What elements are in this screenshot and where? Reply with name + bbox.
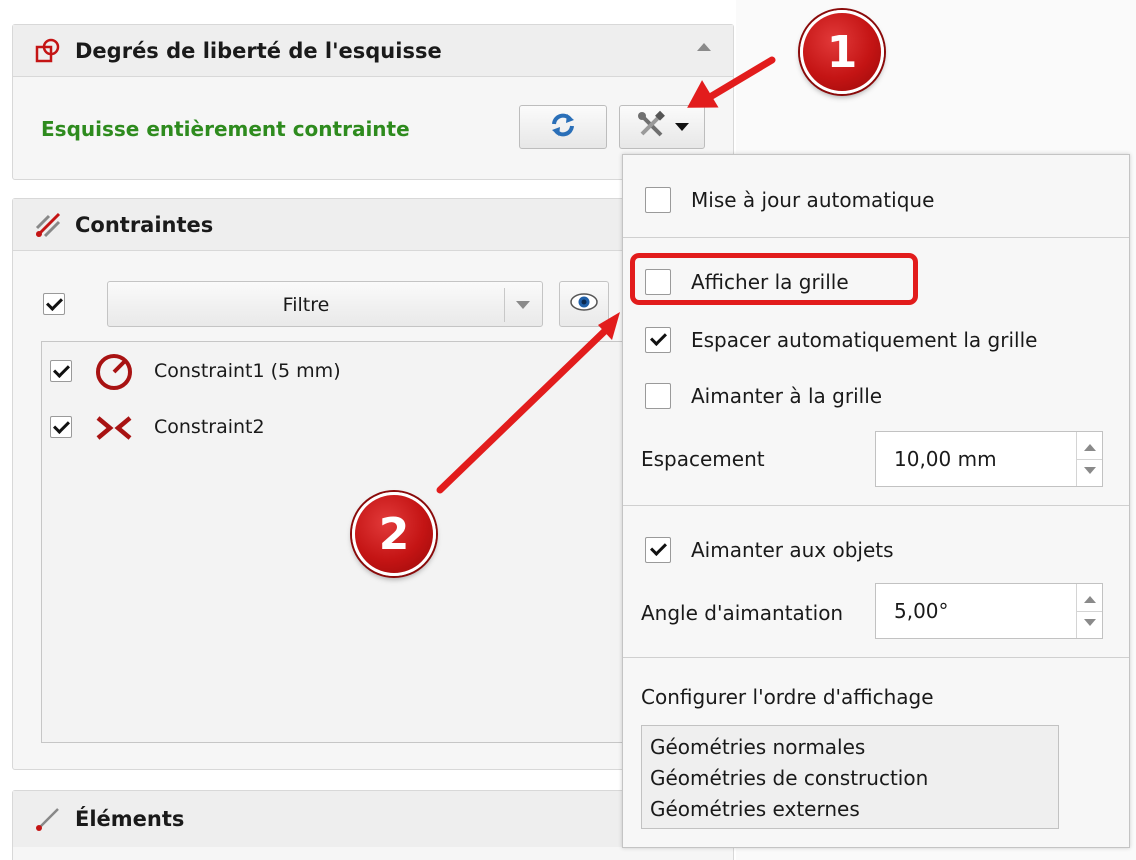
snap-grid-label: Aimanter à la grille (691, 384, 883, 408)
constraints-panel-title: Contraintes (75, 212, 214, 237)
spin-down-icon[interactable] (1084, 467, 1096, 474)
dof-panel-header[interactable]: Degrés de liberté de l'esquisse (13, 25, 733, 77)
list-item[interactable]: Géométries normales (650, 732, 1050, 763)
item-checkbox[interactable] (50, 360, 72, 382)
tools-icon (635, 109, 667, 145)
collapse-arrow-icon[interactable] (697, 43, 711, 51)
filter-dropdown[interactable]: Filtre (107, 281, 543, 327)
auto-grid-spacing-checkbox[interactable] (645, 327, 671, 353)
spin-divider (1077, 459, 1102, 460)
spin-divider (1077, 611, 1102, 612)
constraint-list: Constraint1 (5 mm) Constraint2 (41, 341, 641, 743)
spinbox-buttons[interactable] (1076, 584, 1102, 638)
refresh-icon (549, 111, 577, 143)
spinbox-buttons[interactable] (1076, 432, 1102, 486)
display-order-label: Configurer l'ordre d'affichage (641, 685, 934, 709)
radius-constraint-icon (92, 352, 136, 392)
snap-objects-label: Aimanter aux objets (691, 538, 894, 562)
annotation-badge-2: 2 (352, 492, 436, 576)
refresh-button[interactable] (519, 105, 607, 149)
constraints-icon (33, 210, 63, 240)
spacing-value: 10,00 mm (894, 447, 997, 471)
menu-separator (623, 505, 1129, 506)
list-item[interactable]: Constraint1 (5 mm) (42, 350, 632, 394)
filter-separator (504, 288, 505, 322)
auto-update-checkbox[interactable] (645, 187, 671, 213)
auto-update-label: Mise à jour automatique (691, 188, 935, 212)
visibility-button[interactable] (559, 281, 609, 327)
list-item[interactable]: Constraint2 (42, 406, 632, 450)
snap-grid-checkbox[interactable] (645, 383, 671, 409)
item-label: Constraint2 (154, 416, 265, 438)
spacing-label: Espacement (641, 447, 765, 471)
chevron-down-icon (675, 123, 689, 131)
auto-grid-spacing-option[interactable]: Espacer automatiquement la grille (645, 319, 1115, 359)
spin-up-icon[interactable] (1084, 596, 1096, 603)
elements-icon (33, 804, 63, 834)
filter-label: Filtre (282, 294, 330, 316)
elements-panel-title: Éléments (75, 807, 185, 831)
auto-update-option[interactable]: Mise à jour automatique (645, 179, 1115, 219)
display-order-list[interactable]: Géométries normales Géométries de constr… (641, 725, 1059, 829)
list-item[interactable]: Géométries externes (650, 794, 1050, 825)
spacing-spinbox[interactable]: 10,00 mm (875, 431, 1103, 487)
item-label: Constraint1 (5 mm) (154, 360, 341, 382)
snap-angle-spinbox[interactable]: 5,00° (875, 583, 1103, 639)
select-all-checkbox[interactable] (43, 293, 65, 315)
snap-angle-value: 5,00° (894, 599, 949, 623)
spin-up-icon[interactable] (1084, 444, 1096, 451)
annotation-badge-1: 1 (800, 10, 884, 94)
dof-panel-title: Degrés de liberté de l'esquisse (75, 38, 442, 63)
coincident-constraint-icon (92, 408, 136, 448)
snap-objects-checkbox[interactable] (645, 537, 671, 563)
snap-angle-label: Angle d'aimantation (641, 601, 844, 625)
highlight-box (630, 253, 918, 305)
list-item[interactable]: Géométries de construction (650, 763, 1050, 794)
auto-grid-spacing-label: Espacer automatiquement la grille (691, 328, 1038, 352)
dropdown-arrow-icon (516, 301, 530, 309)
snap-objects-option[interactable]: Aimanter aux objets (645, 529, 1115, 569)
sketch-dof-icon (33, 36, 63, 66)
item-checkbox[interactable] (50, 416, 72, 438)
settings-menu-button[interactable] (619, 105, 705, 149)
menu-separator (623, 237, 1129, 238)
spin-down-icon[interactable] (1084, 619, 1096, 626)
sketch-status-text: Esquisse entièrement contrainte (41, 117, 410, 141)
snap-grid-option[interactable]: Aimanter à la grille (645, 375, 1115, 415)
eye-icon (569, 291, 599, 317)
menu-separator (623, 657, 1129, 658)
